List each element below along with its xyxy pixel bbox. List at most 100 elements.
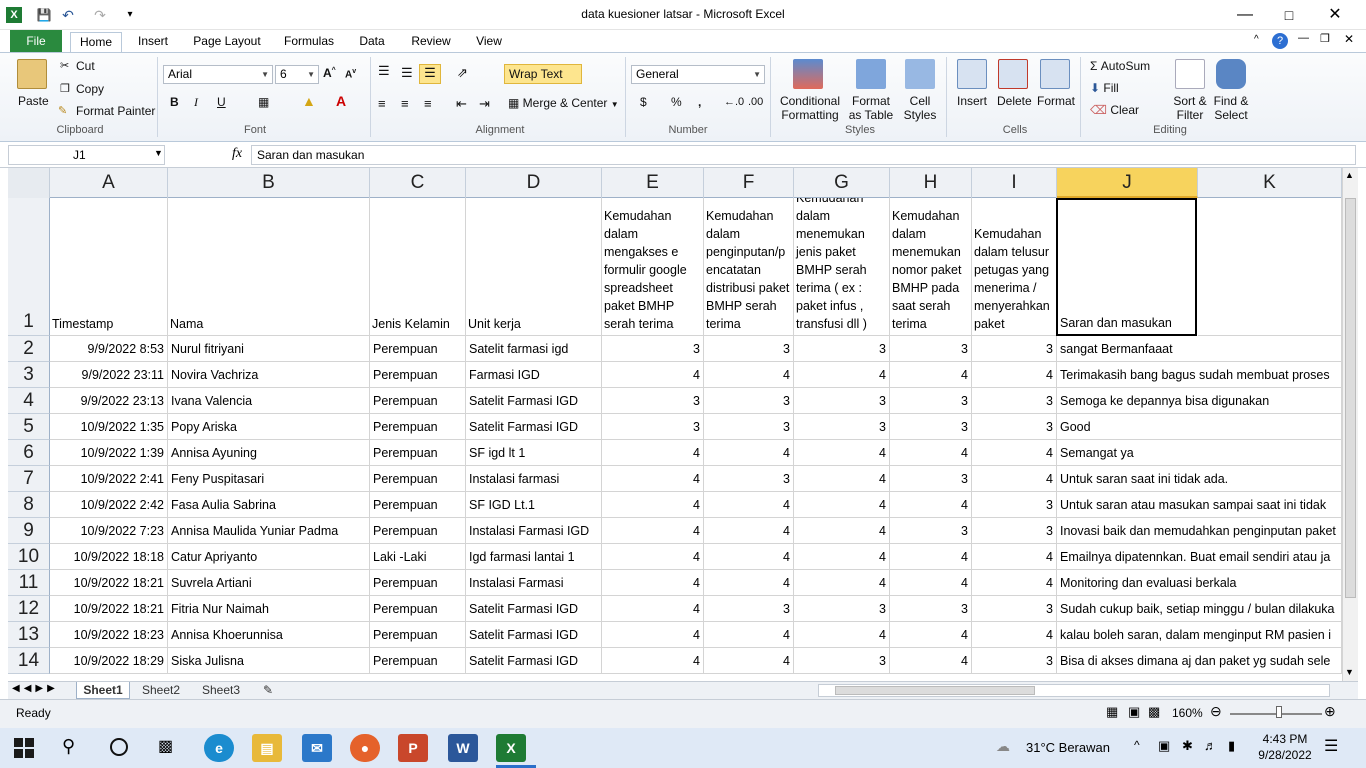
cell-f4[interactable]: 3 [704, 388, 794, 414]
cell-d9[interactable]: Instalasi Farmasi IGD [466, 518, 602, 544]
sheet-nav-arrows-icon[interactable]: ◀◀▶▶ [12, 683, 59, 694]
row-header-14[interactable]: 14 [8, 648, 50, 674]
cell-i11[interactable]: 4 [972, 570, 1057, 596]
cell-g9[interactable]: 4 [794, 518, 890, 544]
cell-b13[interactable]: Annisa Khoerunnisa [168, 622, 370, 648]
cell-e8[interactable]: 4 [602, 492, 704, 518]
column-header-k[interactable]: K [1198, 168, 1342, 198]
insert-sheet-icon[interactable]: ✎ [254, 682, 282, 699]
select-all-corner[interactable] [8, 168, 50, 198]
delete-cells-button[interactable]: Delete [997, 94, 1032, 108]
align-center-icon[interactable]: ≡ [401, 96, 409, 111]
header-cell-h[interactable]: Kemudahan dalam menemukan nomor paket BM… [890, 198, 972, 336]
cell-h10[interactable]: 4 [890, 544, 972, 570]
cell-styles-icon[interactable] [905, 59, 935, 89]
cell-b2[interactable]: Nurul fitriyani [168, 336, 370, 362]
cell-h9[interactable]: 3 [890, 518, 972, 544]
find-select-button[interactable]: Find & Select [1209, 94, 1253, 122]
decrease-decimal-icon[interactable]: .00 [748, 96, 763, 108]
cell-i8[interactable]: 3 [972, 492, 1057, 518]
help-icon[interactable]: ? [1272, 33, 1288, 49]
zoom-slider-thumb[interactable] [1276, 706, 1282, 718]
format-as-table-icon[interactable] [856, 59, 886, 89]
cell-i10[interactable]: 4 [972, 544, 1057, 570]
cell-h3[interactable]: 4 [890, 362, 972, 388]
cell-h6[interactable]: 4 [890, 440, 972, 466]
clear-button[interactable]: ⌫ Clear [1090, 103, 1139, 117]
row-header-4[interactable]: 4 [8, 388, 50, 414]
page-layout-view-icon[interactable]: ▣ [1128, 704, 1140, 720]
excel-taskbar-icon[interactable]: X [496, 734, 526, 762]
cell-c12[interactable]: Perempuan [370, 596, 466, 622]
cell-i3[interactable]: 4 [972, 362, 1057, 388]
chevron-down-icon[interactable]: ▼ [154, 148, 163, 158]
sheet-tab-2[interactable]: Sheet2 [134, 682, 188, 699]
row-header-7[interactable]: 7 [8, 466, 50, 492]
vertical-scroll-thumb[interactable] [1345, 198, 1356, 598]
cell-a10[interactable]: 10/9/2022 18:18 [50, 544, 168, 570]
cell-e7[interactable]: 4 [602, 466, 704, 492]
notification-icon[interactable]: ☰ [1324, 736, 1338, 756]
cell-c10[interactable]: Laki -Laki [370, 544, 466, 570]
device-icon[interactable]: ▣ [1158, 738, 1170, 754]
format-cells-icon[interactable] [1040, 59, 1070, 89]
tab-file[interactable]: File [10, 30, 62, 52]
binoculars-icon[interactable] [1216, 59, 1246, 89]
align-top-icon[interactable]: ☰ [378, 63, 390, 79]
close-button[interactable]: ✕ [1312, 0, 1358, 30]
cell-j10[interactable]: Emailnya dipatennkan. Buat email sendiri… [1057, 544, 1330, 570]
align-bottom-icon[interactable]: ☰ [419, 64, 441, 84]
cell-e10[interactable]: 4 [602, 544, 704, 570]
cell-j12[interactable]: Sudah cukup baik, setiap minggu / bulan … [1057, 596, 1335, 622]
cell-g10[interactable]: 4 [794, 544, 890, 570]
column-header-h[interactable]: H [890, 168, 972, 198]
cell-a7[interactable]: 10/9/2022 2:41 [50, 466, 168, 492]
cell-b10[interactable]: Catur Apriyanto [168, 544, 370, 570]
workbook-close-icon[interactable]: ✕ [1344, 32, 1354, 46]
bold-button[interactable]: B [170, 95, 179, 109]
insert-cells-button[interactable]: Insert [957, 94, 987, 108]
cell-j4[interactable]: Semoga ke depannya bisa digunakan [1057, 388, 1269, 414]
cell-e12[interactable]: 4 [602, 596, 704, 622]
cell-c13[interactable]: Perempuan [370, 622, 466, 648]
increase-indent-icon[interactable]: ⇥ [479, 96, 490, 112]
column-header-j[interactable]: J [1057, 168, 1198, 198]
conditional-formatting-button[interactable]: Conditional Formatting [779, 94, 841, 122]
cut-button[interactable]: Cut [76, 59, 95, 73]
header-cell-c[interactable]: Jenis Kelamin [370, 198, 466, 336]
tab-data[interactable]: Data [352, 32, 392, 53]
cell-a2[interactable]: 9/9/2022 8:53 [50, 336, 168, 362]
cell-d10[interactable]: Igd farmasi lantai 1 [466, 544, 602, 570]
sheet-tab-3[interactable]: Sheet3 [194, 682, 248, 699]
cell-j7[interactable]: Untuk saran saat ini tidak ada. [1057, 466, 1228, 492]
cell-j3[interactable]: Terimakasih bang bagus sudah membuat pro… [1057, 362, 1330, 388]
header-cell-d[interactable]: Unit kerja [466, 198, 602, 336]
tab-home[interactable]: Home [70, 32, 122, 53]
cell-d6[interactable]: SF igd lt 1 [466, 440, 602, 466]
cell-d12[interactable]: Satelit Farmasi IGD [466, 596, 602, 622]
column-header-b[interactable]: B [168, 168, 370, 198]
column-header-f[interactable]: F [704, 168, 794, 198]
weather-icon[interactable]: ☁ [996, 738, 1010, 755]
cell-i4[interactable]: 3 [972, 388, 1057, 414]
row-header-11[interactable]: 11 [8, 570, 50, 596]
cell-a13[interactable]: 10/9/2022 18:23 [50, 622, 168, 648]
align-left-icon[interactable]: ≡ [378, 96, 386, 111]
cell-e6[interactable]: 4 [602, 440, 704, 466]
task-view-icon[interactable]: ▩ [158, 736, 173, 756]
clock-time[interactable]: 4:43 PM [1258, 732, 1312, 746]
cell-f12[interactable]: 3 [704, 596, 794, 622]
fill-color-icon[interactable]: ▲ [302, 93, 316, 109]
word-icon[interactable]: W [448, 734, 478, 762]
cell-f13[interactable]: 4 [704, 622, 794, 648]
column-header-d[interactable]: D [466, 168, 602, 198]
header-cell-j[interactable]: Saran dan masukan [1056, 198, 1197, 336]
row-header-10[interactable]: 10 [8, 544, 50, 570]
currency-button[interactable]: $ [640, 95, 647, 109]
cell-h2[interactable]: 3 [890, 336, 972, 362]
cell-d4[interactable]: Satelit Farmasi IGD [466, 388, 602, 414]
cell-b6[interactable]: Annisa Ayuning [168, 440, 370, 466]
cell-j9[interactable]: Inovasi baik dan memudahkan penginputan … [1057, 518, 1336, 544]
cell-j2[interactable]: sangat Bermanfaaat [1057, 336, 1198, 362]
cell-i9[interactable]: 3 [972, 518, 1057, 544]
